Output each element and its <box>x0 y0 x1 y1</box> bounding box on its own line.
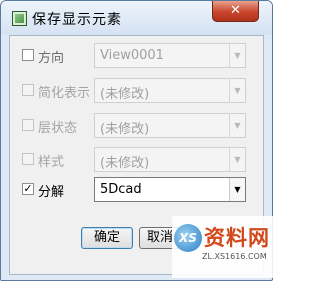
simplified-rep-checkbox[interactable] <box>22 84 34 96</box>
orientation-value: View0001 <box>100 48 164 63</box>
style-checkbox[interactable] <box>22 153 34 165</box>
simplified-rep-label: 简化表示 <box>38 86 91 101</box>
site-watermark: XS 资料网 ZL.XS1616.COM <box>172 216 273 278</box>
option-row-style: 样式 (未修改) ▼ <box>10 147 263 173</box>
watermark-title: 资料网 <box>204 226 270 250</box>
style-value: (未修改) <box>100 156 150 171</box>
option-row-simplified-rep: 简化表示 (未修改) ▼ <box>10 78 263 104</box>
chevron-down-icon[interactable]: ▼ <box>229 178 245 201</box>
orientation-checkbox[interactable] <box>22 49 34 61</box>
title-bar[interactable]: 保存显示元素 ✕ <box>1 1 272 35</box>
layer-state-value: (未修改) <box>100 122 150 137</box>
chevron-down-icon[interactable]: ▼ <box>229 44 245 67</box>
chevron-down-icon[interactable]: ▼ <box>229 114 245 137</box>
layer-state-select[interactable]: (未修改) ▼ <box>94 113 246 138</box>
option-row-explode: ✓ 分解 5Dcad ▼ <box>10 177 263 203</box>
chevron-down-icon[interactable]: ▼ <box>229 79 245 102</box>
layer-state-checkbox[interactable] <box>22 119 34 131</box>
option-row-layer-state: 层状态 (未修改) ▼ <box>10 113 263 139</box>
close-button[interactable]: ✕ <box>212 1 259 22</box>
explode-value: 5Dcad <box>100 182 142 197</box>
watermark-url: ZL.XS1616.COM <box>202 252 267 261</box>
ok-button[interactable]: 确定 <box>81 227 133 249</box>
orientation-select[interactable]: View0001 ▼ <box>94 43 246 68</box>
simplified-rep-value: (未修改) <box>100 87 150 102</box>
style-label: 样式 <box>38 155 65 170</box>
style-select[interactable]: (未修改) ▼ <box>94 147 246 172</box>
simplified-rep-select[interactable]: (未修改) ▼ <box>94 78 246 103</box>
dialog-title: 保存显示元素 <box>32 12 122 28</box>
explode-label: 分解 <box>38 185 65 200</box>
app-icon <box>12 11 27 26</box>
site-logo-icon: XS <box>174 224 202 252</box>
orientation-label: 方向 <box>38 51 65 66</box>
option-row-orientation: 方向 View0001 ▼ <box>10 43 263 69</box>
explode-checkbox[interactable]: ✓ <box>22 183 34 195</box>
chevron-down-icon[interactable]: ▼ <box>229 148 245 171</box>
layer-state-label: 层状态 <box>38 121 78 136</box>
explode-select[interactable]: 5Dcad ▼ <box>94 177 246 202</box>
